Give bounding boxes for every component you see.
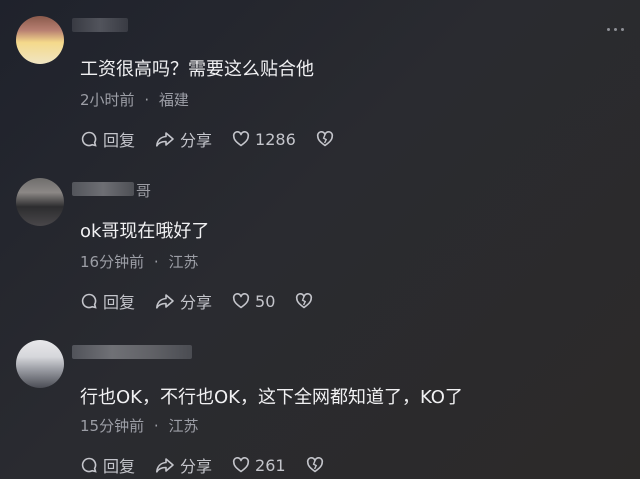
avatar[interactable] xyxy=(16,340,64,388)
share-arrow-icon xyxy=(156,132,174,147)
comment-location: 江苏 xyxy=(168,253,199,271)
dislike-button[interactable] xyxy=(295,292,318,310)
share-button[interactable]: 分享 xyxy=(155,127,212,151)
comment-meta: 2小时前 · 福建 xyxy=(80,91,189,109)
like-button[interactable]: 261 xyxy=(232,456,286,475)
broken-heart-icon xyxy=(296,293,313,309)
share-button[interactable]: 分享 xyxy=(155,453,212,477)
username-blurred[interactable] xyxy=(72,182,134,196)
comment-location: 江苏 xyxy=(168,417,199,435)
comment-text: ok哥现在哦好了 xyxy=(80,221,210,242)
broken-heart-icon xyxy=(306,457,323,473)
more-dots-icon xyxy=(607,28,610,31)
comment-time: 15分钟前 xyxy=(80,417,145,435)
comment-meta: 15分钟前 · 江苏 xyxy=(80,417,199,435)
reply-button[interactable]: 回复 xyxy=(80,453,135,477)
comment-bubble-icon xyxy=(81,457,97,473)
heart-icon xyxy=(232,457,250,473)
like-count: 1286 xyxy=(255,129,296,149)
comment-actions: 回复 分享 261 xyxy=(80,453,349,477)
share-arrow-icon xyxy=(156,294,174,309)
avatar[interactable] xyxy=(16,178,64,226)
like-count: 50 xyxy=(255,291,276,311)
like-button[interactable]: 1286 xyxy=(232,130,296,149)
heart-icon xyxy=(232,293,250,309)
like-button[interactable]: 50 xyxy=(232,292,275,311)
comment-time: 16分钟前 xyxy=(80,253,145,271)
comment-actions: 回复 分享 1286 xyxy=(80,127,359,151)
username-blurred[interactable] xyxy=(72,18,128,32)
comment-text: 行也OK，不行也OK，这下全网都知道了，KO了 xyxy=(80,387,463,408)
avatar[interactable] xyxy=(16,16,64,64)
username-blurred[interactable] xyxy=(72,345,192,359)
comment-text: 工资很高吗？需要这么贴合他 xyxy=(80,59,314,80)
dislike-button[interactable] xyxy=(306,456,329,474)
share-button[interactable]: 分享 xyxy=(155,289,212,313)
broken-heart-icon xyxy=(316,131,333,147)
reply-button[interactable]: 回复 xyxy=(80,289,135,313)
username-tail[interactable]: 哥 xyxy=(136,180,151,201)
comment-bubble-icon xyxy=(81,131,97,147)
share-arrow-icon xyxy=(156,458,174,473)
like-count: 261 xyxy=(255,455,286,475)
more-options-button[interactable] xyxy=(607,28,624,31)
comment-meta: 16分钟前 · 江苏 xyxy=(80,253,199,271)
comment-time: 2小时前 xyxy=(80,91,135,109)
reply-button[interactable]: 回复 xyxy=(80,127,135,151)
comment-location: 福建 xyxy=(158,91,189,109)
comment-bubble-icon xyxy=(81,293,97,309)
dislike-button[interactable] xyxy=(316,130,339,148)
heart-icon xyxy=(232,131,250,147)
comment-actions: 回复 分享 50 xyxy=(80,289,338,313)
